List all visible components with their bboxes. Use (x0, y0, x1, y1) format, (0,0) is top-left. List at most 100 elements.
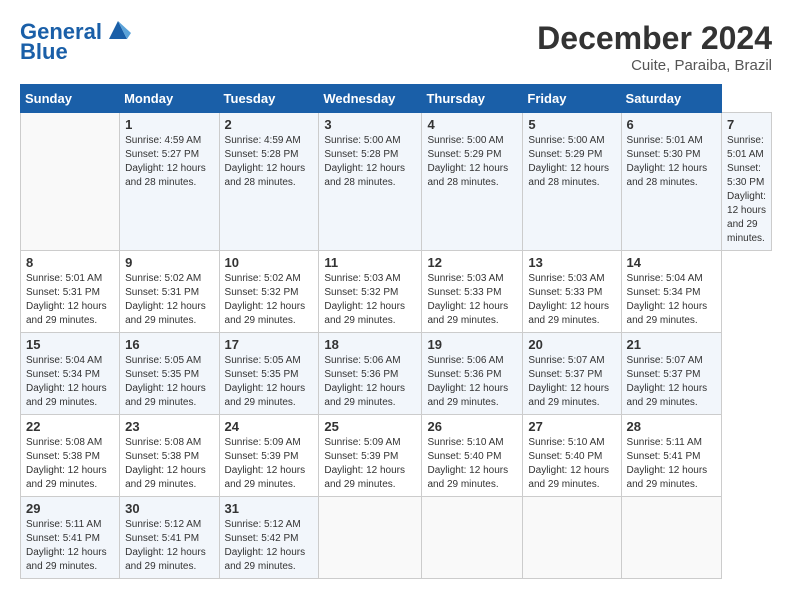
day-info: Sunrise: 5:02 AM Sunset: 5:31 PM Dayligh… (125, 272, 213, 328)
page-header: General Blue December 2024 Cuite, Paraib… (20, 20, 772, 74)
day-info: Sunrise: 5:00 AM Sunset: 5:28 PM Dayligh… (324, 134, 416, 190)
day-number: 23 (125, 419, 213, 434)
calendar-cell (21, 113, 120, 251)
day-info: Sunrise: 4:59 AM Sunset: 5:28 PM Dayligh… (225, 134, 314, 190)
day-info: Sunrise: 5:06 AM Sunset: 5:36 PM Dayligh… (427, 354, 517, 410)
calendar-cell: 25 Sunrise: 5:09 AM Sunset: 5:39 PM Dayli… (319, 415, 422, 497)
calendar-cell: 24Sunrise: 5:09 AM Sunset: 5:39 PM Dayli… (219, 415, 319, 497)
day-number: 10 (225, 255, 314, 270)
day-info: Sunrise: 5:04 AM Sunset: 5:34 PM Dayligh… (627, 272, 716, 328)
day-info: Sunrise: 5:11 AM Sunset: 5:41 PM Dayligh… (627, 436, 716, 492)
calendar-week-row: 22 Sunrise: 5:08 AM Sunset: 5:38 PM Dayli… (21, 415, 772, 497)
day-info: Sunrise: 5:08 AM Sunset: 5:38 PM Dayligh… (125, 436, 213, 492)
weekday-header-row: SundayMondayTuesdayWednesdayThursdayFrid… (21, 85, 772, 113)
weekday-header: Wednesday (319, 85, 422, 113)
weekday-header: Thursday (422, 85, 523, 113)
calendar-week-row: 1 Sunrise: 4:59 AM Sunset: 5:27 PM Daylig… (21, 113, 772, 251)
day-number: 20 (528, 337, 615, 352)
calendar-cell: 15 Sunrise: 5:04 AM Sunset: 5:34 PM Dayli… (21, 333, 120, 415)
day-info: Sunrise: 5:12 AM Sunset: 5:42 PM Dayligh… (225, 518, 314, 574)
day-number: 19 (427, 337, 517, 352)
day-number: 9 (125, 255, 213, 270)
day-info: Sunrise: 5:12 AM Sunset: 5:41 PM Dayligh… (125, 518, 213, 574)
day-info: Sunrise: 5:01 AM Sunset: 5:30 PM Dayligh… (627, 134, 716, 190)
calendar-table: SundayMondayTuesdayWednesdayThursdayFrid… (20, 84, 772, 579)
calendar-week-row: 15 Sunrise: 5:04 AM Sunset: 5:34 PM Dayli… (21, 333, 772, 415)
calendar-cell: 7Sunrise: 5:01 AM Sunset: 5:30 PM Daylig… (722, 113, 772, 251)
title-block: December 2024 Cuite, Paraiba, Brazil (537, 20, 772, 74)
calendar-cell: 4 Sunrise: 5:00 AM Sunset: 5:29 PM Daylig… (422, 113, 523, 251)
day-info: Sunrise: 5:03 AM Sunset: 5:32 PM Dayligh… (324, 272, 416, 328)
weekday-header: Saturday (621, 85, 721, 113)
calendar-cell: 6Sunrise: 5:01 AM Sunset: 5:30 PM Daylig… (621, 113, 721, 251)
calendar-cell: 26Sunrise: 5:10 AM Sunset: 5:40 PM Dayli… (422, 415, 523, 497)
day-number: 22 (26, 419, 114, 434)
day-number: 24 (225, 419, 314, 434)
day-number: 15 (26, 337, 114, 352)
day-number: 28 (627, 419, 716, 434)
day-number: 13 (528, 255, 615, 270)
location: Cuite, Paraiba, Brazil (537, 57, 772, 74)
day-number: 11 (324, 255, 416, 270)
day-number: 16 (125, 337, 213, 352)
weekday-header: Sunday (21, 85, 120, 113)
day-info: Sunrise: 5:07 AM Sunset: 5:37 PM Dayligh… (627, 354, 716, 410)
calendar-cell: 17 Sunrise: 5:05 AM Sunset: 5:35 PM Dayli… (219, 333, 319, 415)
day-number: 29 (26, 501, 114, 516)
day-info: Sunrise: 5:05 AM Sunset: 5:35 PM Dayligh… (225, 354, 314, 410)
day-info: Sunrise: 5:06 AM Sunset: 5:36 PM Dayligh… (324, 354, 416, 410)
day-number: 27 (528, 419, 615, 434)
calendar-cell: 18Sunrise: 5:06 AM Sunset: 5:36 PM Dayli… (319, 333, 422, 415)
day-number: 25 (324, 419, 416, 434)
calendar-cell: 19 Sunrise: 5:06 AM Sunset: 5:36 PM Dayli… (422, 333, 523, 415)
day-info: Sunrise: 5:01 AM Sunset: 5:31 PM Dayligh… (26, 272, 114, 328)
calendar-cell: 14 Sunrise: 5:04 AM Sunset: 5:34 PM Dayli… (621, 251, 721, 333)
day-number: 31 (225, 501, 314, 516)
day-number: 21 (627, 337, 716, 352)
calendar-cell: 12 Sunrise: 5:03 AM Sunset: 5:33 PM Dayli… (422, 251, 523, 333)
calendar-cell: 5 Sunrise: 5:00 AM Sunset: 5:29 PM Daylig… (523, 113, 621, 251)
day-number: 5 (528, 117, 615, 132)
calendar-cell: 16 Sunrise: 5:05 AM Sunset: 5:35 PM Dayli… (120, 333, 219, 415)
calendar-cell: 13 Sunrise: 5:03 AM Sunset: 5:33 PM Dayli… (523, 251, 621, 333)
day-info: Sunrise: 5:08 AM Sunset: 5:38 PM Dayligh… (26, 436, 114, 492)
day-number: 12 (427, 255, 517, 270)
calendar-cell: 10 Sunrise: 5:02 AM Sunset: 5:32 PM Dayli… (219, 251, 319, 333)
calendar-cell: 21 Sunrise: 5:07 AM Sunset: 5:37 PM Dayli… (621, 333, 721, 415)
day-info: Sunrise: 5:05 AM Sunset: 5:35 PM Dayligh… (125, 354, 213, 410)
calendar-cell: 11 Sunrise: 5:03 AM Sunset: 5:32 PM Dayli… (319, 251, 422, 333)
day-info: Sunrise: 4:59 AM Sunset: 5:27 PM Dayligh… (125, 134, 213, 190)
day-info: Sunrise: 5:00 AM Sunset: 5:29 PM Dayligh… (528, 134, 615, 190)
day-number: 4 (427, 117, 517, 132)
day-info: Sunrise: 5:04 AM Sunset: 5:34 PM Dayligh… (26, 354, 114, 410)
weekday-header: Monday (120, 85, 219, 113)
calendar-cell (523, 497, 621, 579)
day-number: 14 (627, 255, 716, 270)
day-number: 26 (427, 419, 517, 434)
day-info: Sunrise: 5:03 AM Sunset: 5:33 PM Dayligh… (528, 272, 615, 328)
month-title: December 2024 (537, 20, 772, 57)
day-number: 1 (125, 117, 213, 132)
day-number: 17 (225, 337, 314, 352)
calendar-cell: 28 Sunrise: 5:11 AM Sunset: 5:41 PM Dayli… (621, 415, 721, 497)
calendar-cell: 1 Sunrise: 4:59 AM Sunset: 5:27 PM Daylig… (120, 113, 219, 251)
day-number: 3 (324, 117, 416, 132)
calendar-cell: 22 Sunrise: 5:08 AM Sunset: 5:38 PM Dayli… (21, 415, 120, 497)
logo-icon (105, 17, 131, 43)
day-info: Sunrise: 5:00 AM Sunset: 5:29 PM Dayligh… (427, 134, 517, 190)
day-number: 30 (125, 501, 213, 516)
day-info: Sunrise: 5:03 AM Sunset: 5:33 PM Dayligh… (427, 272, 517, 328)
calendar-week-row: 29Sunrise: 5:11 AM Sunset: 5:41 PM Dayli… (21, 497, 772, 579)
day-number: 2 (225, 117, 314, 132)
calendar-cell: 9 Sunrise: 5:02 AM Sunset: 5:31 PM Daylig… (120, 251, 219, 333)
day-info: Sunrise: 5:07 AM Sunset: 5:37 PM Dayligh… (528, 354, 615, 410)
calendar-cell: 31 Sunrise: 5:12 AM Sunset: 5:42 PM Dayli… (219, 497, 319, 579)
logo: General Blue (20, 20, 131, 64)
calendar-cell: 29Sunrise: 5:11 AM Sunset: 5:41 PM Dayli… (21, 497, 120, 579)
calendar-cell: 27Sunrise: 5:10 AM Sunset: 5:40 PM Dayli… (523, 415, 621, 497)
weekday-header: Friday (523, 85, 621, 113)
day-number: 8 (26, 255, 114, 270)
day-info: Sunrise: 5:02 AM Sunset: 5:32 PM Dayligh… (225, 272, 314, 328)
day-info: Sunrise: 5:09 AM Sunset: 5:39 PM Dayligh… (324, 436, 416, 492)
calendar-cell: 23 Sunrise: 5:08 AM Sunset: 5:38 PM Dayli… (120, 415, 219, 497)
